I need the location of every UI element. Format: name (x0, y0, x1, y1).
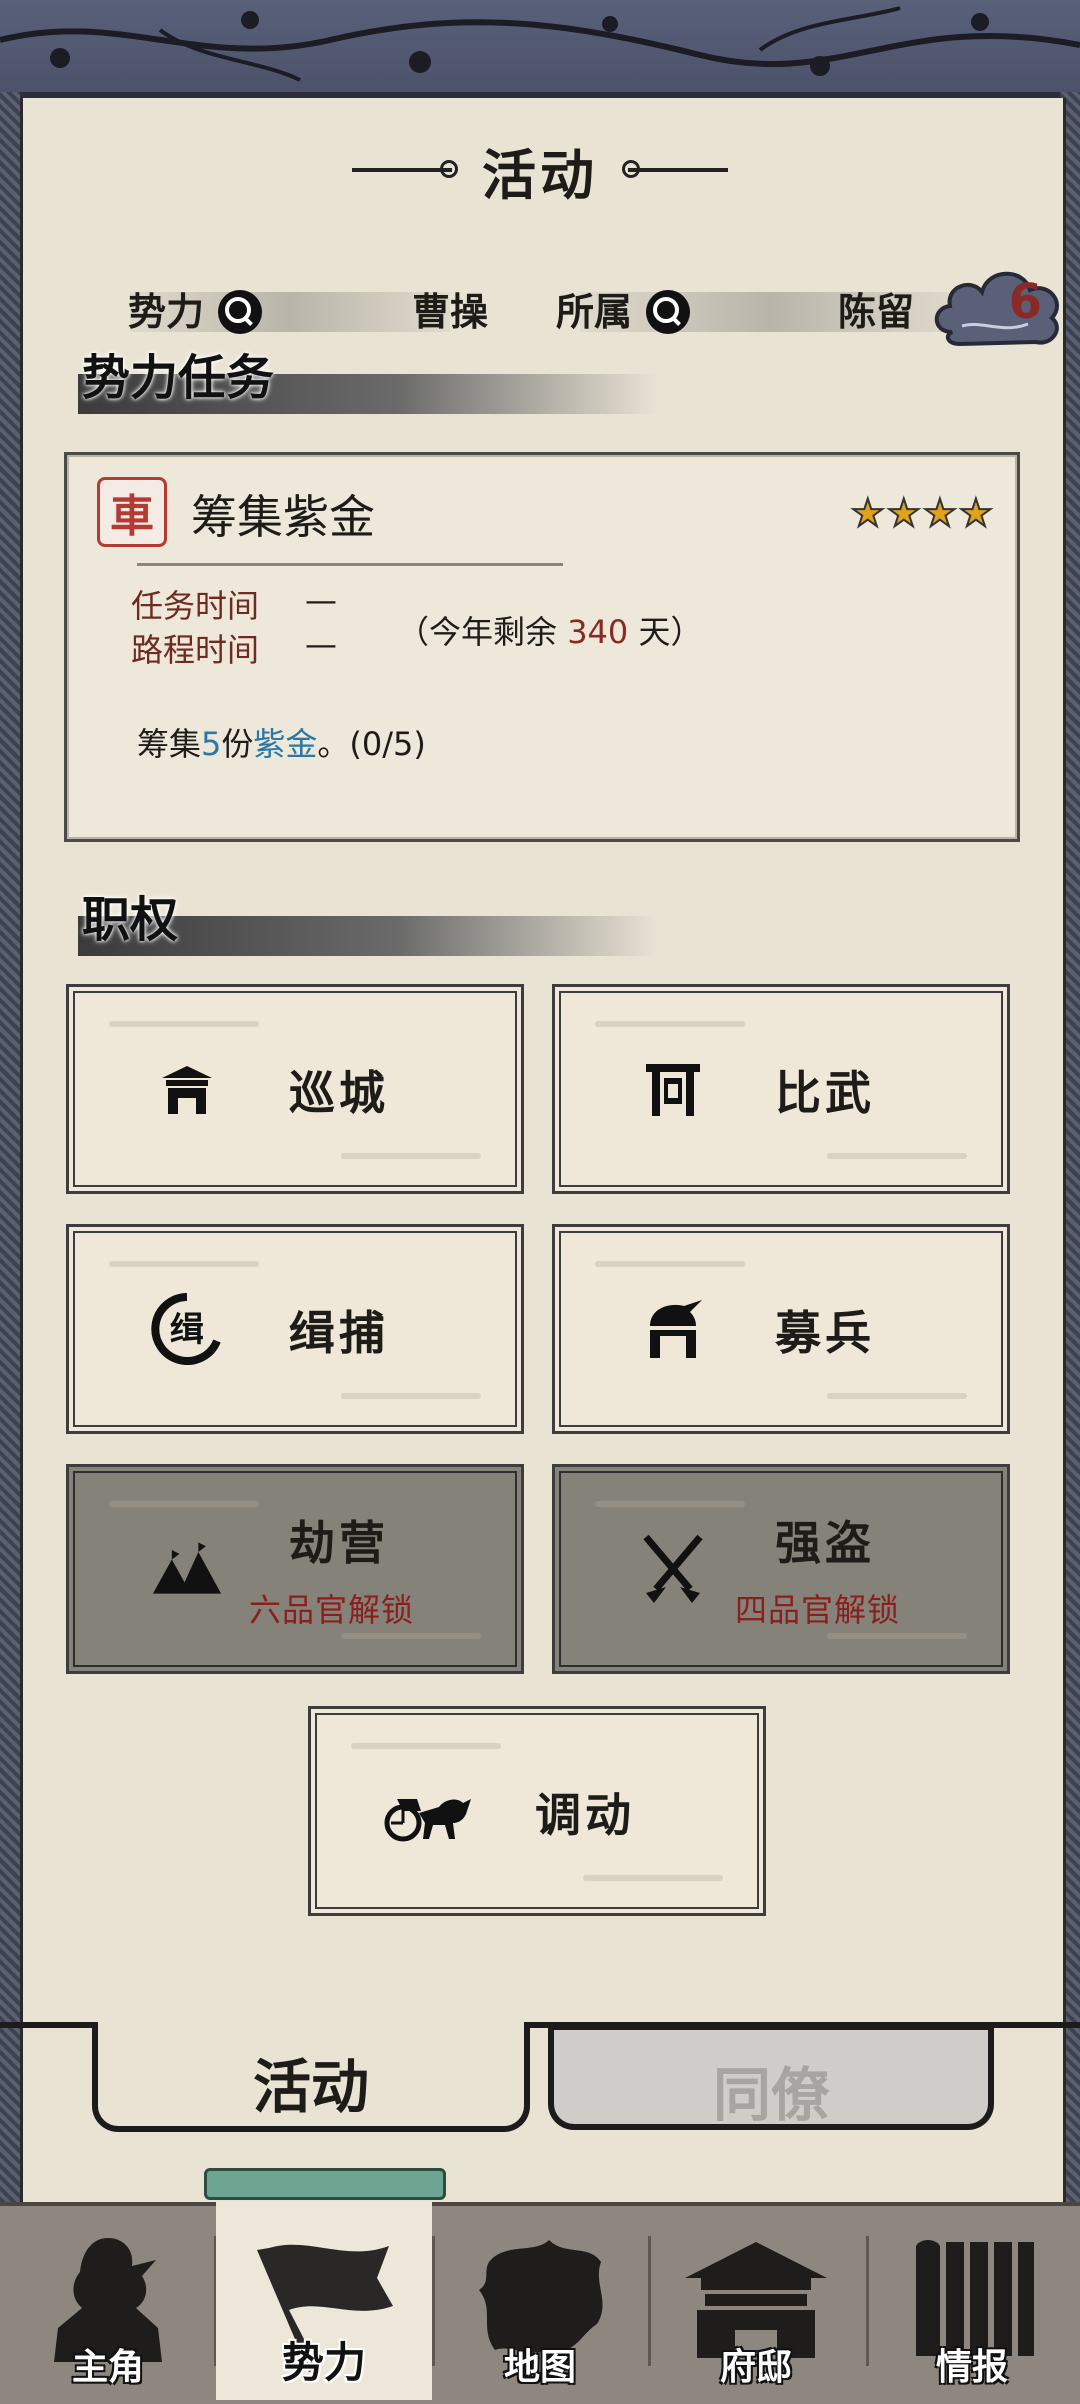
faction-info-row: 势力 曹操 所属 陈留 (90, 282, 970, 342)
wave-decoration (595, 1021, 745, 1027)
remaining-prefix: （今年剩余 (397, 613, 558, 651)
tab-label: 同僚 (712, 2061, 829, 2129)
star-icon: ★ (958, 490, 994, 536)
nav-protagonist[interactable]: 主角 (0, 2202, 216, 2400)
chariot-icon (381, 1775, 477, 1847)
task-name: 筹集紫金 (191, 490, 375, 544)
tab-activities[interactable]: 活动 (92, 2022, 530, 2132)
nav-map[interactable]: 地图 (432, 2202, 648, 2400)
remaining-days: （今年剩余 340 天） (397, 607, 702, 653)
title-ornament-right (622, 160, 728, 178)
button-label: 缉捕 (289, 1306, 389, 1360)
wave-decoration (827, 1633, 967, 1639)
desc-item: 紫金 (253, 725, 318, 763)
arena-gate-icon (637, 1053, 709, 1125)
crossed-swords-icon (637, 1533, 709, 1605)
star-icon: ★ (850, 490, 886, 536)
transfer-button[interactable]: 调动 (308, 1706, 766, 1916)
nav-label: 府邸 (719, 2347, 792, 2388)
cloud-badge[interactable]: 6 (932, 262, 1064, 354)
task-description: 筹集5份紫金。(0/5) (137, 719, 426, 765)
task-stars: ★ ★ ★ ★ (850, 490, 994, 536)
unlock-requirement: 六品官解锁 (249, 1591, 415, 1629)
belong-search-icon[interactable] (646, 290, 690, 334)
bandit-button[interactable]: 强盗 四品官解锁 (552, 1464, 1010, 1674)
faction-search-icon[interactable] (218, 290, 262, 334)
soldier-helmet-icon (637, 1293, 709, 1365)
section-title: 势力任务 (82, 350, 275, 406)
top-decorative-band (0, 0, 1080, 98)
powers-header: 职权 (78, 892, 678, 956)
wave-decoration (109, 1261, 259, 1267)
wave-decoration (583, 1875, 723, 1881)
nav-label: 主角 (71, 2347, 144, 2388)
section-title: 职权 (82, 892, 179, 948)
recruit-button[interactable]: 募兵 (552, 1224, 1010, 1434)
wave-decoration (341, 1633, 481, 1639)
faction-tasks-header: 势力任务 (78, 350, 678, 414)
unlock-requirement: 四品官解锁 (735, 1591, 901, 1629)
city-gate-icon (151, 1053, 223, 1125)
title-ornament-left (352, 160, 458, 178)
wave-decoration (109, 1021, 259, 1027)
task-time-label: 任务时间 (131, 587, 260, 625)
badge-count: 6 (1008, 274, 1042, 330)
star-icon: ★ (886, 490, 922, 536)
task-card[interactable]: 車 筹集紫金 ★ ★ ★ ★ 任务时间 — 路程时间 — （今年剩余 340 天） 筹… (64, 452, 1020, 842)
martial-contest-button[interactable]: 比武 (552, 984, 1010, 1194)
patrol-city-button[interactable]: 巡城 (66, 984, 524, 1194)
page-title: 活动 (482, 143, 598, 207)
wave-decoration (595, 1261, 745, 1267)
arrest-button[interactable]: 缉 缉捕 (66, 1224, 524, 1434)
button-label: 调动 (535, 1788, 635, 1842)
route-time-label: 路程时间 (131, 631, 260, 669)
task-time-value: — (305, 581, 337, 619)
wave-decoration (595, 1501, 745, 1507)
button-label: 募兵 (775, 1306, 875, 1360)
nav-label: 地图 (503, 2347, 576, 2388)
nav-faction[interactable]: 势力 (216, 2202, 432, 2400)
wave-decoration (827, 1393, 967, 1399)
star-icon: ★ (922, 490, 958, 536)
arrest-seal-icon: 缉 (151, 1293, 223, 1365)
desc-mid: 份 (221, 725, 254, 763)
wave-decoration (341, 1153, 481, 1159)
nav-intel[interactable]: 情报 (864, 2202, 1080, 2400)
remaining-days-count: 340 (567, 613, 629, 651)
svg-text:缉: 缉 (170, 1310, 204, 1350)
nav-label: 情报 (935, 2347, 1008, 2388)
faction-label: 势力 (128, 290, 205, 334)
tab-colleagues[interactable]: 同僚 (548, 2026, 994, 2130)
wave-decoration (341, 1393, 481, 1399)
divider (137, 563, 563, 566)
button-label: 巡城 (289, 1066, 389, 1120)
belong-value: 陈留 (838, 290, 915, 334)
button-label: 劫营 (289, 1516, 389, 1570)
button-label: 比武 (775, 1066, 875, 1120)
button-label: 强盗 (775, 1516, 875, 1570)
faction-value: 曹操 (412, 290, 489, 334)
remaining-suffix: 天） (638, 613, 703, 651)
task-seal-icon: 車 (97, 477, 167, 547)
plum-vine-decoration (0, 6, 1080, 82)
cloud-icon (934, 271, 1059, 347)
active-nav-scroll-cap (204, 2168, 446, 2200)
desc-prefix: 筹集 (137, 725, 202, 763)
nav-mansion[interactable]: 府邸 (648, 2202, 864, 2400)
route-time-value: — (305, 625, 337, 663)
wave-decoration (827, 1153, 967, 1159)
left-frame (0, 92, 20, 2202)
raid-camp-button[interactable]: 劫营 六品官解锁 (66, 1464, 524, 1674)
belong-label: 所属 (556, 290, 633, 334)
tab-label: 活动 (252, 2053, 369, 2121)
wave-decoration (109, 1501, 259, 1507)
nav-label: 势力 (281, 2338, 366, 2387)
camp-tents-icon (151, 1533, 223, 1605)
desc-progress: 。(0/5) (317, 725, 426, 763)
wave-decoration (351, 1743, 501, 1749)
title-row: 活动 (0, 130, 1080, 210)
desc-count: 5 (201, 725, 222, 763)
